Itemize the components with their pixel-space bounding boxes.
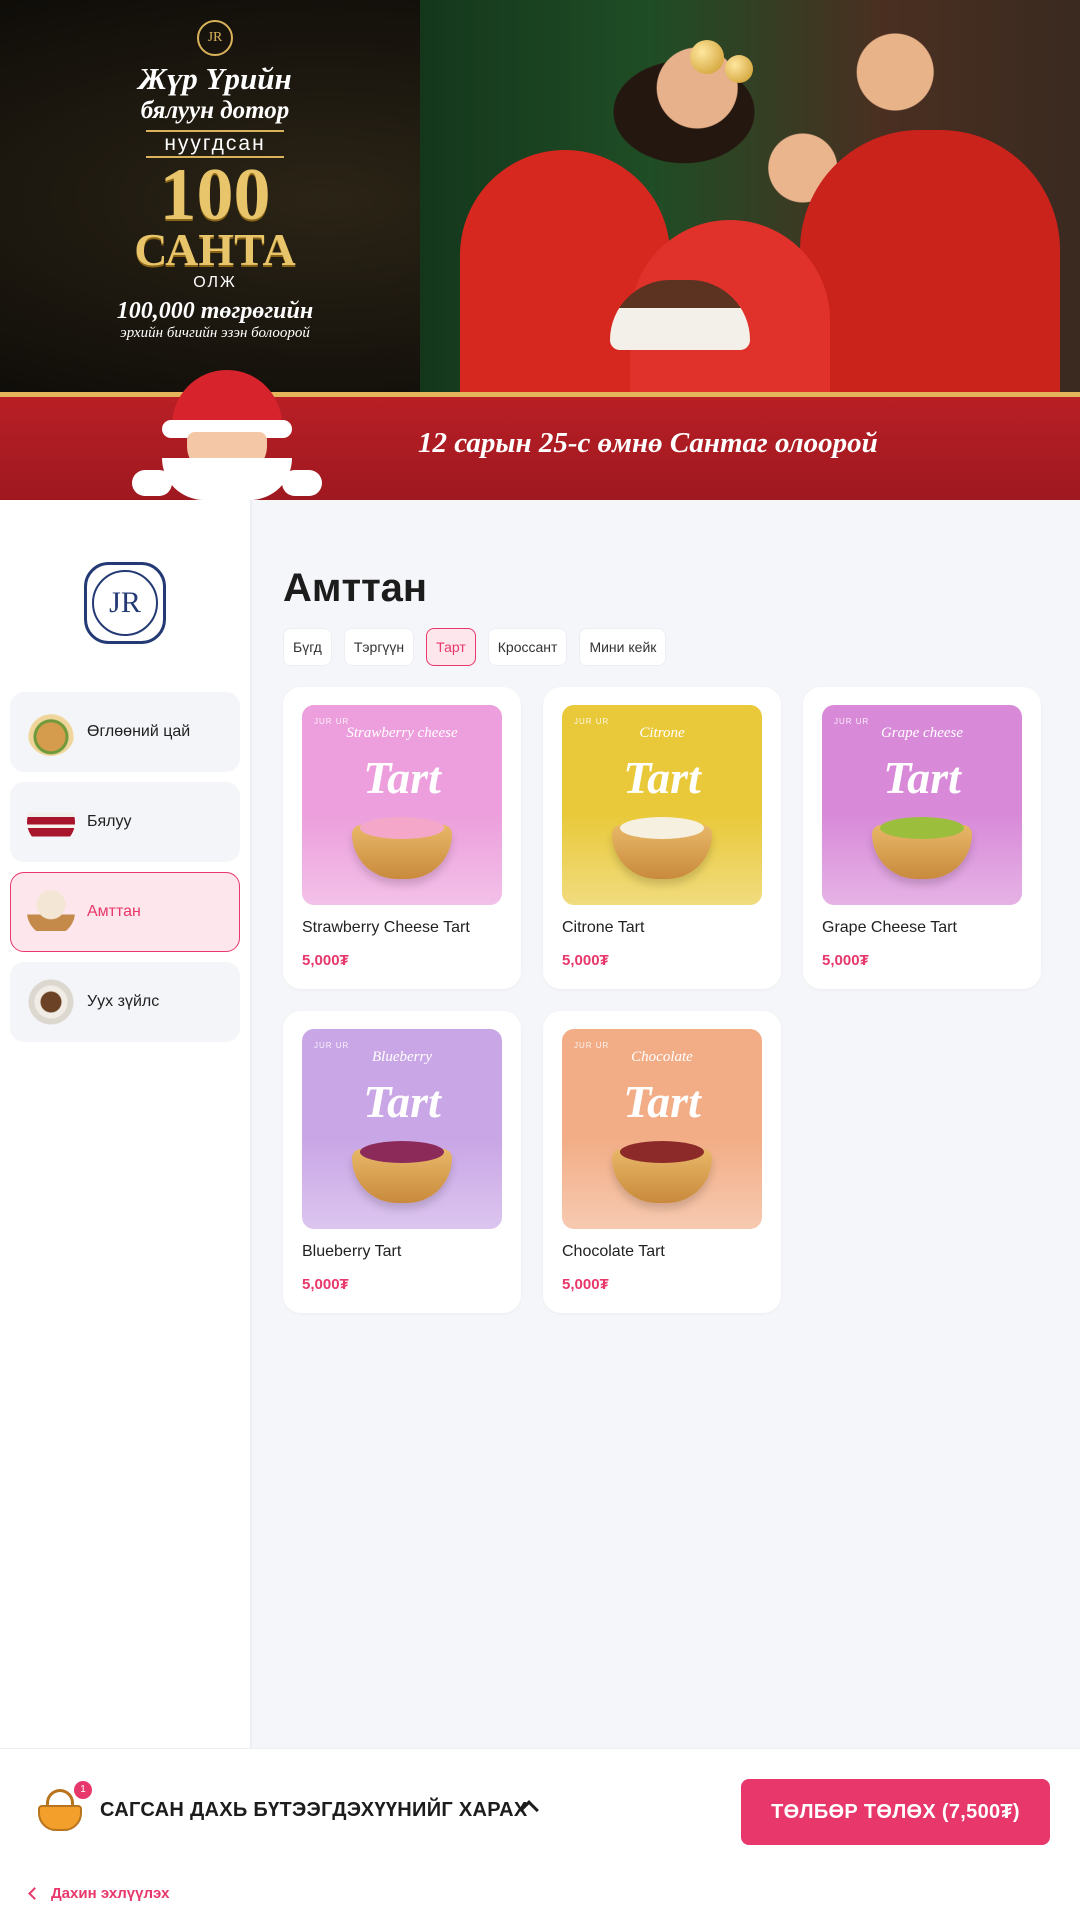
product-name: Chocolate Tart (562, 1243, 665, 1260)
filter-chips: Бүгд Тэргүүн Тарт Кроссант Мини кейк (283, 628, 667, 666)
basket-icon[interactable]: 1 (36, 1781, 92, 1835)
sidebar-item-desserts[interactable]: Амттан (10, 872, 240, 952)
product-image-title: Tart (883, 752, 961, 803)
product-image-title: Tart (623, 1076, 701, 1127)
brand-logo: JR (84, 562, 166, 644)
banner-person (800, 130, 1060, 410)
product-image-subtitle: Grape cheese (880, 725, 964, 741)
tart-filling (880, 817, 964, 839)
category-sidebar: JR Өглөөний цай Бялуу Амттан Уух зүйлс (0, 500, 250, 1748)
sidebar-item-label: Амттан (87, 903, 141, 920)
product-card[interactable]: JUR UR Chocolate Tart Chocolate Tart 5,000₮ (543, 1011, 781, 1313)
product-image-title: Tart (363, 1076, 441, 1127)
filter-chip-tart[interactable]: Тарт (426, 628, 476, 666)
tart-filling (360, 817, 444, 839)
cupcake-icon (27, 888, 75, 936)
cart-count-badge: 1 (74, 1781, 92, 1799)
sandwich-icon (27, 708, 75, 756)
ornament-icon (725, 55, 753, 83)
product-image: JUR UR Chocolate Tart (562, 1029, 762, 1229)
filter-chip-all[interactable]: Бүгд (283, 628, 332, 666)
product-name: Grape Cheese Tart (822, 919, 957, 936)
product-image-title: Tart (363, 752, 441, 803)
product-name: Strawberry Cheese Tart (302, 919, 470, 936)
cake-icon (27, 798, 75, 846)
tart-filling (620, 817, 704, 839)
sidebar-item-cakes[interactable]: Бялуу (10, 782, 240, 862)
product-image-subtitle: Blueberry (372, 1049, 432, 1065)
product-image: JUR UR Blueberry Tart (302, 1029, 502, 1229)
product-image: JUR UR Strawberry cheese Tart (302, 705, 502, 905)
filter-chip-croissant[interactable]: Кроссант (487, 628, 568, 666)
promo-line: Жүр Үрийн (138, 61, 292, 96)
sidebar-item-label: Өглөөний цай (87, 723, 191, 740)
product-image-subtitle: Citrone (639, 725, 685, 741)
brand-seal: JR (197, 20, 233, 56)
page-title: Амттан (283, 566, 428, 610)
sidebar-item-label: Уух зүйлс (87, 993, 160, 1010)
promo-line: ОЛЖ (193, 274, 237, 291)
product-image: JUR UR Grape cheese Tart (822, 705, 1022, 905)
tart-filling (360, 1141, 444, 1163)
promo-line: эрхийн бичгийн эзэн болоорой (120, 325, 310, 341)
product-card[interactable]: JUR UR Blueberry Tart Blueberry Tart 5,000₮ (283, 1011, 521, 1313)
product-card[interactable]: JUR UR Citrone Tart Citrone Tart 5,000₮ (543, 687, 781, 989)
filter-chip-mini-cake[interactable]: Мини кейк (579, 628, 667, 666)
promo-banner[interactable]: JR Жүр Үрийн бялуун дотор нуугдсан 100 С… (0, 0, 1080, 500)
santa-icon (132, 370, 322, 500)
view-cart-toggle[interactable]: САГСАН ДАХЬ БҮТЭЭГДЭХҮҮНИЙГ ХАРАХ (100, 1799, 528, 1822)
banner-tagline: 12 сарын 25-с өмнө Сантаг олоорой (418, 427, 878, 459)
product-card[interactable]: JUR UR Strawberry cheese Tart Strawberry Ch… (283, 687, 521, 989)
sidebar-item-breakfast[interactable]: Өглөөний цай (10, 692, 240, 772)
promo-headline: САНТА (134, 224, 296, 275)
product-price: 5,000₮ (822, 952, 869, 969)
product-name: Citrone Tart (562, 919, 645, 936)
coffee-icon (27, 978, 75, 1026)
promo-text-block: JR Жүр Үрийн бялуун дотор нуугдсан 100 С… (85, 20, 345, 342)
product-price: 5,000₮ (562, 1276, 609, 1293)
filter-chip-featured[interactable]: Тэргүүн (343, 628, 415, 666)
product-image-title: Tart (623, 752, 701, 803)
tart-filling (620, 1141, 704, 1163)
restart-label: Дахин эхлүүлэх (51, 1885, 170, 1902)
product-card[interactable]: JUR UR Grape cheese Tart Grape Cheese Tart 5… (803, 687, 1041, 989)
product-image-subtitle: Strawberry cheese (346, 725, 458, 741)
product-name: Blueberry Tart (302, 1243, 402, 1260)
chevron-left-icon (28, 1887, 41, 1900)
sidebar-item-label: Бялуу (87, 813, 132, 830)
sidebar-item-drinks[interactable]: Уух зүйлс (10, 962, 240, 1042)
product-area: Амттан Бүгд Тэргүүн Тарт Кроссант Мини к… (250, 500, 1080, 1748)
banner-photo (420, 0, 1080, 420)
pay-button[interactable]: ТӨЛБӨР ТӨЛӨХ (7,500₮) (741, 1779, 1050, 1845)
checkout-bar: 1 САГСАН ДАХЬ БҮТЭЭГДЭХҮҮНИЙГ ХАРАХ ТӨЛБ… (0, 1748, 1080, 1920)
product-image: JUR UR Citrone Tart (562, 705, 762, 905)
promo-line: бялуун дотор (140, 97, 290, 124)
product-price: 5,000₮ (562, 952, 609, 969)
product-price: 5,000₮ (302, 952, 349, 969)
restart-link[interactable]: Дахин эхлүүлэх (28, 1885, 170, 1902)
product-image-subtitle: Chocolate (631, 1049, 693, 1065)
promo-prize: 100,000 төгрөгийн (116, 298, 314, 324)
ornament-icon (690, 40, 724, 74)
product-price: 5,000₮ (302, 1276, 349, 1293)
promo-number: 100 (159, 154, 271, 236)
